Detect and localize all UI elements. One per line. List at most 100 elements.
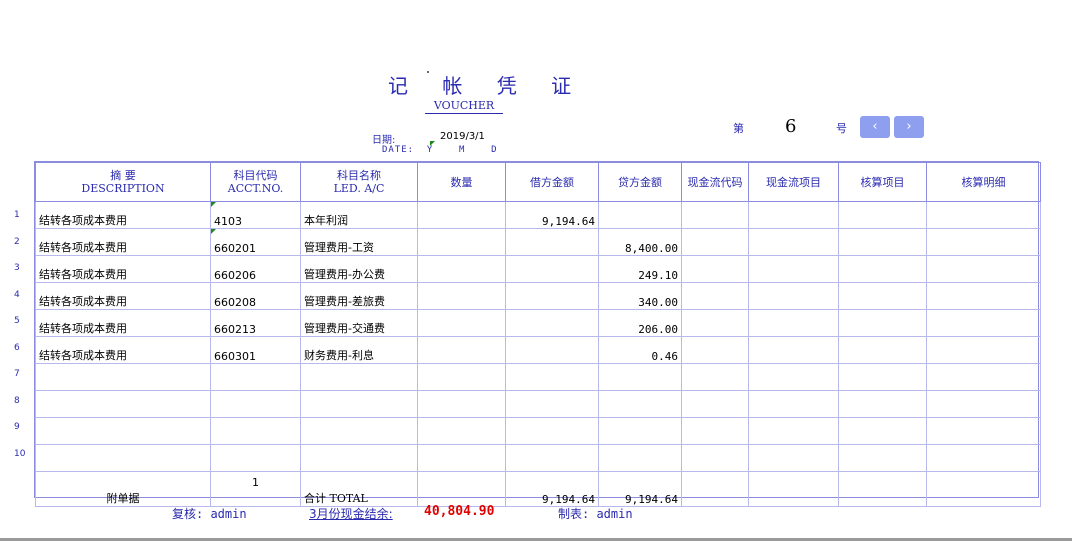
table-header: 摘 要 DESCRIPTION 科目代码 ACCT.NO. 科目名称 LED. A/C… — [35, 162, 1041, 202]
cell-account-no[interactable]: 660201 — [210, 228, 301, 256]
cell-ledger[interactable]: 管理费用-交通费 — [300, 309, 418, 337]
cell-accounting-detail[interactable] — [926, 255, 1041, 283]
cell-debit[interactable] — [505, 282, 599, 310]
cell-accounting-detail[interactable] — [926, 201, 1041, 229]
header-description: 摘 要 DESCRIPTION — [35, 162, 211, 202]
cell-cash-flow-code[interactable] — [681, 201, 749, 229]
cell-ledger[interactable]: 管理费用-工资 — [300, 228, 418, 256]
cell-cash-flow-code[interactable] — [681, 255, 749, 283]
cell-accounting-detail[interactable] — [926, 282, 1041, 310]
date-value[interactable]: 2019/3/1 — [440, 131, 485, 142]
total-label: 合计 TOTAL — [300, 471, 418, 507]
cell-credit[interactable]: 249.10 — [598, 255, 682, 283]
cash-balance-link[interactable]: 3月份现金结余: — [309, 505, 393, 522]
total-debit: 9,194.64 — [505, 471, 599, 507]
cell-debit[interactable]: 9,194.64 — [505, 201, 599, 229]
total-row: 附单据 1 合计 TOTAL 9,194.64 9,194.64 — [35, 471, 1041, 507]
table-row[interactable]: 结转各项成本费用 660213 管理费用-交通费 206.00 — [35, 309, 1041, 337]
cell-accounting-detail[interactable] — [926, 228, 1041, 256]
cell-description[interactable]: 结转各项成本费用 — [35, 201, 211, 229]
cell-cash-flow-item[interactable] — [748, 201, 839, 229]
attachments-count[interactable]: 1 — [210, 471, 301, 507]
header-debit: 借方金额 — [505, 162, 599, 202]
row-number: 4 — [14, 290, 20, 300]
cell-ledger[interactable]: 管理费用-差旅费 — [300, 282, 418, 310]
cell-debit[interactable] — [505, 336, 599, 364]
cell-credit[interactable]: 340.00 — [598, 282, 682, 310]
cell-ledger[interactable]: 管理费用-办公费 — [300, 255, 418, 283]
table-row[interactable]: 结转各项成本费用 660206 管理费用-办公费 249.10 — [35, 255, 1041, 283]
cell-description[interactable]: 结转各项成本费用 — [35, 309, 211, 337]
footer: 复核: admin 3月份现金结余: 40,804.90 制表: admin — [0, 504, 1072, 525]
cash-balance-value: 40,804.90 — [424, 504, 495, 519]
cell-credit[interactable] — [598, 201, 682, 229]
row-number: 3 — [14, 263, 20, 273]
table-row-empty[interactable] — [35, 363, 1041, 391]
cell-account-no[interactable]: 660213 — [210, 309, 301, 337]
row-number: 10 — [14, 449, 26, 459]
cell-cash-flow-code[interactable] — [681, 309, 749, 337]
cell-account-no[interactable]: 4103 — [210, 201, 301, 229]
cell-description[interactable]: 结转各项成本费用 — [35, 228, 211, 256]
cell-description[interactable]: 结转各项成本费用 — [35, 255, 211, 283]
cell-accounting-item[interactable] — [838, 336, 927, 364]
cell-accounting-item[interactable] — [838, 309, 927, 337]
cell-accounting-detail[interactable] — [926, 336, 1041, 364]
cell-ledger[interactable]: 财务费用-利息 — [300, 336, 418, 364]
next-voucher-button[interactable]: › — [894, 116, 924, 138]
maker: 制表: admin — [558, 507, 633, 521]
cell-description[interactable]: 结转各项成本费用 — [35, 336, 211, 364]
cell-quantity[interactable] — [417, 336, 506, 364]
cell-account-no[interactable]: 660208 — [210, 282, 301, 310]
cell-quantity[interactable] — [417, 255, 506, 283]
cell-accounting-item[interactable] — [838, 201, 927, 229]
header-accounting-item: 核算项目 — [838, 162, 927, 202]
cell-debit[interactable] — [505, 228, 599, 256]
table-row[interactable]: 结转各项成本费用 660208 管理费用-差旅费 340.00 — [35, 282, 1041, 310]
cell-cash-flow-code[interactable] — [681, 336, 749, 364]
cell-quantity[interactable] — [417, 228, 506, 256]
cell-credit[interactable]: 206.00 — [598, 309, 682, 337]
table-row[interactable]: 结转各项成本费用 660301 财务费用-利息 0.46 — [35, 336, 1041, 364]
cell-flag-icon — [211, 202, 216, 207]
prev-voucher-button[interactable]: ‹ — [860, 116, 890, 138]
cell-cash-flow-item[interactable] — [748, 336, 839, 364]
table-row-empty[interactable] — [35, 390, 1041, 418]
cell-cash-flow-item[interactable] — [748, 228, 839, 256]
cell-debit[interactable] — [505, 309, 599, 337]
cell-accounting-item[interactable] — [838, 255, 927, 283]
cell-cash-flow-item[interactable] — [748, 282, 839, 310]
table-row-empty[interactable] — [35, 417, 1041, 445]
cell-cash-flow-item[interactable] — [748, 255, 839, 283]
cell-ledger[interactable]: 本年利润 — [300, 201, 418, 229]
cell-accounting-detail[interactable] — [926, 309, 1041, 337]
cell-debit[interactable] — [505, 255, 599, 283]
cell-account-no[interactable]: 660301 — [210, 336, 301, 364]
header-accounting-detail: 核算明细 — [926, 162, 1041, 202]
cell-quantity[interactable] — [417, 201, 506, 229]
cell-accounting-item[interactable] — [838, 228, 927, 256]
cell-credit[interactable]: 8,400.00 — [598, 228, 682, 256]
cell-cash-flow-code[interactable] — [681, 228, 749, 256]
attachments-label: 附单据 — [35, 471, 211, 507]
row-number: 5 — [14, 316, 20, 326]
voucher-number: 6 — [785, 116, 797, 137]
cell-description[interactable]: 结转各项成本费用 — [35, 282, 211, 310]
table-row[interactable]: 结转各项成本费用 4103 本年利润 9,194.64 — [35, 201, 1041, 229]
table-row-empty[interactable] — [35, 444, 1041, 472]
cell-cash-flow-code[interactable] — [681, 282, 749, 310]
reviewer: 复核: admin — [172, 507, 247, 521]
cell-quantity[interactable] — [417, 282, 506, 310]
page-subtitle: VOUCHER — [425, 99, 503, 114]
header-credit: 贷方金额 — [598, 162, 682, 202]
date-label: 日期: — [372, 135, 396, 146]
cell-accounting-item[interactable] — [838, 282, 927, 310]
voucher-number-suffix: 号 — [836, 122, 847, 135]
header-ledger: 科目名称 LED. A/C — [300, 162, 418, 202]
cell-quantity[interactable] — [417, 309, 506, 337]
table-row[interactable]: 结转各项成本费用 660201 管理费用-工资 8,400.00 — [35, 228, 1041, 256]
row-number: 8 — [14, 396, 20, 406]
cell-cash-flow-item[interactable] — [748, 309, 839, 337]
cell-credit[interactable]: 0.46 — [598, 336, 682, 364]
cell-account-no[interactable]: 660206 — [210, 255, 301, 283]
